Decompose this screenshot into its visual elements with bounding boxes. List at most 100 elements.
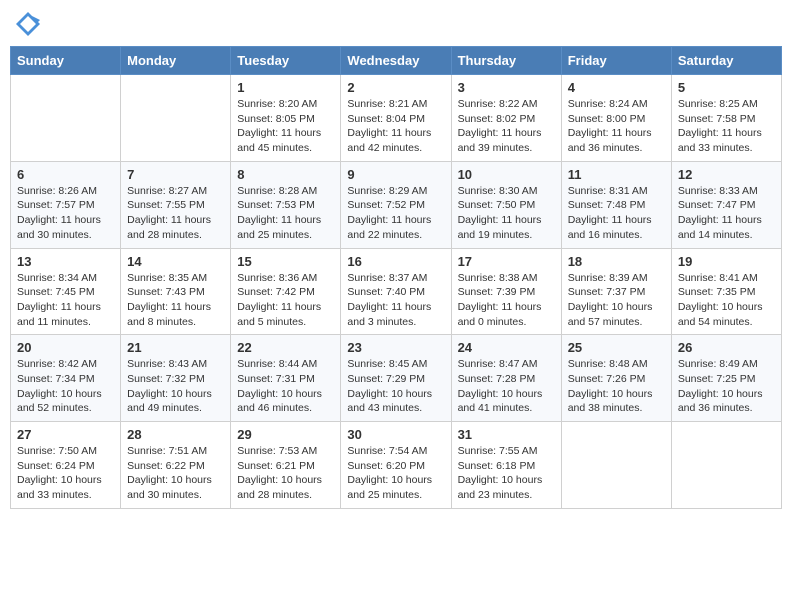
- day-info: Sunrise: 8:43 AM Sunset: 7:32 PM Dayligh…: [127, 357, 224, 416]
- day-number: 5: [678, 80, 775, 95]
- day-number: 26: [678, 340, 775, 355]
- day-number: 9: [347, 167, 444, 182]
- day-info: Sunrise: 7:53 AM Sunset: 6:21 PM Dayligh…: [237, 444, 334, 503]
- calendar-cell: 13 Sunrise: 8:34 AM Sunset: 7:45 PM Dayli…: [11, 248, 121, 335]
- day-info: Sunrise: 7:51 AM Sunset: 6:22 PM Dayligh…: [127, 444, 224, 503]
- day-number: 7: [127, 167, 224, 182]
- day-info: Sunrise: 8:35 AM Sunset: 7:43 PM Dayligh…: [127, 271, 224, 330]
- day-info: Sunrise: 8:39 AM Sunset: 7:37 PM Dayligh…: [568, 271, 665, 330]
- day-number: 31: [458, 427, 555, 442]
- calendar-cell: 23Sunrise: 8:45 AM Sunset: 7:29 PM Dayli…: [341, 335, 451, 422]
- day-info: Sunrise: 8:44 AM Sunset: 7:31 PM Dayligh…: [237, 357, 334, 416]
- calendar-cell: 25Sunrise: 8:48 AM Sunset: 7:26 PM Dayli…: [561, 335, 671, 422]
- day-info: Sunrise: 8:29 AM Sunset: 7:52 PM Dayligh…: [347, 184, 444, 243]
- calendar-cell: 31 Sunrise: 7:55 AM Sunset: 6:18 PM Dayli…: [451, 422, 561, 509]
- day-number: 16: [347, 254, 444, 269]
- day-number: 22: [237, 340, 334, 355]
- day-info: Sunrise: 8:36 AM Sunset: 7:42 PM Dayligh…: [237, 271, 334, 330]
- day-info: Sunrise: 8:37 AM Sunset: 7:40 PM Dayligh…: [347, 271, 444, 330]
- logo: [14, 10, 46, 38]
- calendar-cell: 3Sunrise: 8:22 AM Sunset: 8:02 PM Daylig…: [451, 75, 561, 162]
- calendar-cell: 11 Sunrise: 8:31 AM Sunset: 7:48 PM Dayli…: [561, 161, 671, 248]
- day-info: Sunrise: 8:31 AM Sunset: 7:48 PM Dayligh…: [568, 184, 665, 243]
- day-info: Sunrise: 8:48 AM Sunset: 7:26 PM Dayligh…: [568, 357, 665, 416]
- calendar-cell: 17Sunrise: 8:38 AM Sunset: 7:39 PM Dayli…: [451, 248, 561, 335]
- day-number: 4: [568, 80, 665, 95]
- calendar-cell: [121, 75, 231, 162]
- calendar-cell: 14 Sunrise: 8:35 AM Sunset: 7:43 PM Dayli…: [121, 248, 231, 335]
- day-info: Sunrise: 8:27 AM Sunset: 7:55 PM Dayligh…: [127, 184, 224, 243]
- calendar-cell: 5 Sunrise: 8:25 AM Sunset: 7:58 PM Daylig…: [671, 75, 781, 162]
- calendar-cell: 6 Sunrise: 8:26 AM Sunset: 7:57 PM Daylig…: [11, 161, 121, 248]
- calendar-cell: 26 Sunrise: 8:49 AM Sunset: 7:25 PM Dayli…: [671, 335, 781, 422]
- calendar-cell: 1 Sunrise: 8:20 AM Sunset: 8:05 PM Daylig…: [231, 75, 341, 162]
- column-header-thursday: Thursday: [451, 47, 561, 75]
- calendar-week-3: 13 Sunrise: 8:34 AM Sunset: 7:45 PM Dayli…: [11, 248, 782, 335]
- calendar-cell: 19 Sunrise: 8:41 AM Sunset: 7:35 PM Dayli…: [671, 248, 781, 335]
- day-info: Sunrise: 8:22 AM Sunset: 8:02 PM Dayligh…: [458, 97, 555, 156]
- page-header: [10, 10, 782, 38]
- calendar-week-4: 20 Sunrise: 8:42 AM Sunset: 7:34 PM Dayli…: [11, 335, 782, 422]
- day-info: Sunrise: 8:24 AM Sunset: 8:00 PM Dayligh…: [568, 97, 665, 156]
- calendar-cell: 2 Sunrise: 8:21 AM Sunset: 8:04 PM Daylig…: [341, 75, 451, 162]
- day-number: 2: [347, 80, 444, 95]
- calendar-cell: 30 Sunrise: 7:54 AM Sunset: 6:20 PM Dayli…: [341, 422, 451, 509]
- day-info: Sunrise: 8:21 AM Sunset: 8:04 PM Dayligh…: [347, 97, 444, 156]
- day-info: Sunrise: 8:33 AM Sunset: 7:47 PM Dayligh…: [678, 184, 775, 243]
- calendar-cell: 22 Sunrise: 8:44 AM Sunset: 7:31 PM Dayli…: [231, 335, 341, 422]
- calendar-cell: 21Sunrise: 8:43 AM Sunset: 7:32 PM Dayli…: [121, 335, 231, 422]
- calendar-cell: 29 Sunrise: 7:53 AM Sunset: 6:21 PM Dayli…: [231, 422, 341, 509]
- day-number: 12: [678, 167, 775, 182]
- day-number: 14: [127, 254, 224, 269]
- calendar-cell: [561, 422, 671, 509]
- day-info: Sunrise: 8:30 AM Sunset: 7:50 PM Dayligh…: [458, 184, 555, 243]
- day-number: 19: [678, 254, 775, 269]
- calendar-body: 1 Sunrise: 8:20 AM Sunset: 8:05 PM Daylig…: [11, 75, 782, 509]
- day-number: 30: [347, 427, 444, 442]
- column-header-monday: Monday: [121, 47, 231, 75]
- day-number: 28: [127, 427, 224, 442]
- calendar-cell: 15Sunrise: 8:36 AM Sunset: 7:42 PM Dayli…: [231, 248, 341, 335]
- day-info: Sunrise: 8:20 AM Sunset: 8:05 PM Dayligh…: [237, 97, 334, 156]
- calendar-cell: 28 Sunrise: 7:51 AM Sunset: 6:22 PM Dayli…: [121, 422, 231, 509]
- column-header-saturday: Saturday: [671, 47, 781, 75]
- calendar-cell: [671, 422, 781, 509]
- calendar-cell: 27Sunrise: 7:50 AM Sunset: 6:24 PM Dayli…: [11, 422, 121, 509]
- calendar-header-row: SundayMondayTuesdayWednesdayThursdayFrid…: [11, 47, 782, 75]
- calendar-cell: 9 Sunrise: 8:29 AM Sunset: 7:52 PM Daylig…: [341, 161, 451, 248]
- day-number: 27: [17, 427, 114, 442]
- day-number: 20: [17, 340, 114, 355]
- day-info: Sunrise: 8:49 AM Sunset: 7:25 PM Dayligh…: [678, 357, 775, 416]
- calendar-week-5: 27Sunrise: 7:50 AM Sunset: 6:24 PM Dayli…: [11, 422, 782, 509]
- day-info: Sunrise: 8:38 AM Sunset: 7:39 PM Dayligh…: [458, 271, 555, 330]
- day-number: 24: [458, 340, 555, 355]
- calendar-cell: 12 Sunrise: 8:33 AM Sunset: 7:47 PM Dayli…: [671, 161, 781, 248]
- column-header-wednesday: Wednesday: [341, 47, 451, 75]
- day-info: Sunrise: 8:26 AM Sunset: 7:57 PM Dayligh…: [17, 184, 114, 243]
- day-number: 18: [568, 254, 665, 269]
- day-number: 13: [17, 254, 114, 269]
- day-number: 29: [237, 427, 334, 442]
- day-info: Sunrise: 8:34 AM Sunset: 7:45 PM Dayligh…: [17, 271, 114, 330]
- calendar-cell: 4 Sunrise: 8:24 AM Sunset: 8:00 PM Daylig…: [561, 75, 671, 162]
- day-info: Sunrise: 8:41 AM Sunset: 7:35 PM Dayligh…: [678, 271, 775, 330]
- day-number: 1: [237, 80, 334, 95]
- calendar-cell: 24 Sunrise: 8:47 AM Sunset: 7:28 PM Dayli…: [451, 335, 561, 422]
- calendar-cell: 10Sunrise: 8:30 AM Sunset: 7:50 PM Dayli…: [451, 161, 561, 248]
- column-header-friday: Friday: [561, 47, 671, 75]
- calendar-cell: 20 Sunrise: 8:42 AM Sunset: 7:34 PM Dayli…: [11, 335, 121, 422]
- calendar-cell: 16 Sunrise: 8:37 AM Sunset: 7:40 PM Dayli…: [341, 248, 451, 335]
- day-number: 11: [568, 167, 665, 182]
- logo-icon: [14, 10, 42, 38]
- calendar-cell: 7 Sunrise: 8:27 AM Sunset: 7:55 PM Daylig…: [121, 161, 231, 248]
- day-number: 8: [237, 167, 334, 182]
- day-info: Sunrise: 7:55 AM Sunset: 6:18 PM Dayligh…: [458, 444, 555, 503]
- day-info: Sunrise: 8:42 AM Sunset: 7:34 PM Dayligh…: [17, 357, 114, 416]
- day-number: 6: [17, 167, 114, 182]
- calendar-cell: [11, 75, 121, 162]
- day-info: Sunrise: 7:54 AM Sunset: 6:20 PM Dayligh…: [347, 444, 444, 503]
- day-info: Sunrise: 8:25 AM Sunset: 7:58 PM Dayligh…: [678, 97, 775, 156]
- calendar-cell: 18 Sunrise: 8:39 AM Sunset: 7:37 PM Dayli…: [561, 248, 671, 335]
- day-info: Sunrise: 8:47 AM Sunset: 7:28 PM Dayligh…: [458, 357, 555, 416]
- day-info: Sunrise: 8:28 AM Sunset: 7:53 PM Dayligh…: [237, 184, 334, 243]
